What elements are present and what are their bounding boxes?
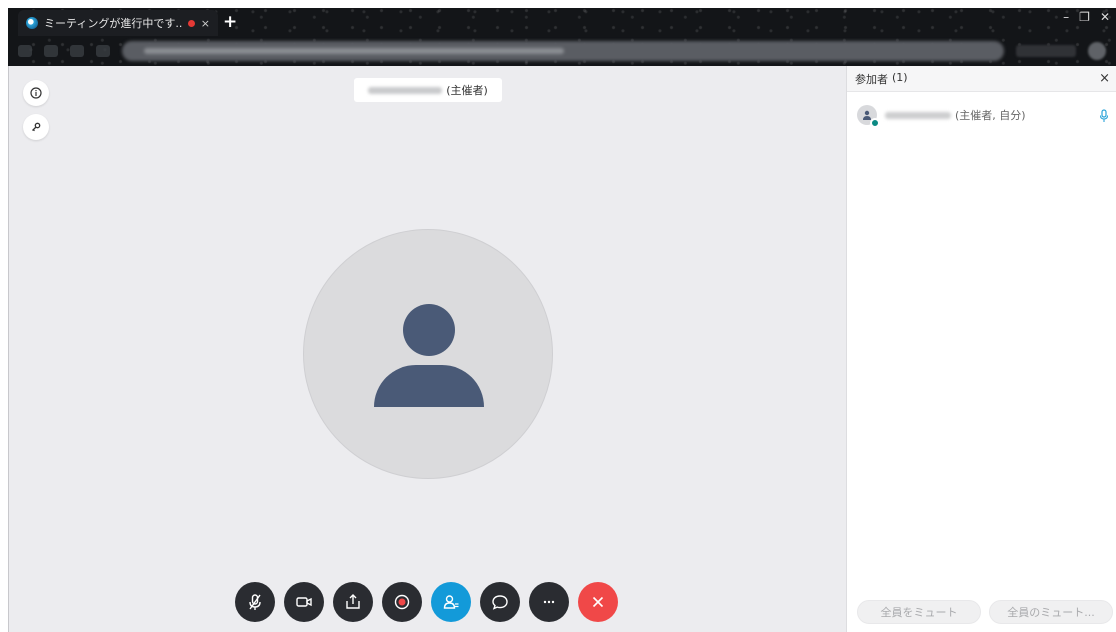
forward-button[interactable] <box>44 45 58 57</box>
participants-panel: 参加者 (1) × (主催者, 自分) 全員をミュート 全員のミュート... <box>846 66 1116 632</box>
tab-close-icon[interactable]: × <box>201 17 210 30</box>
record-icon <box>394 594 410 610</box>
back-button[interactable] <box>18 45 32 57</box>
participants-count: (1) <box>892 70 908 84</box>
participant-name: (主催者, 自分) <box>885 107 1026 123</box>
participant-mic-icon[interactable] <box>1099 108 1109 127</box>
meeting-stage: (主催者) <box>8 66 846 632</box>
home-button[interactable] <box>96 45 110 57</box>
reload-button[interactable] <box>70 45 84 57</box>
participant-role: (主催者, 自分) <box>955 109 1026 122</box>
mute-button[interactable] <box>235 582 275 622</box>
close-icon <box>592 596 604 608</box>
participant-avatar-small <box>857 105 880 128</box>
maximize-button[interactable]: ❐ <box>1079 10 1090 24</box>
chat-icon <box>492 595 508 610</box>
info-icon <box>30 87 42 99</box>
share-icon <box>346 594 360 609</box>
webex-favicon-icon <box>26 17 38 29</box>
profile-avatar[interactable] <box>1088 42 1106 60</box>
participant-avatar <box>303 229 553 479</box>
tab-title: ミーティングが進行中です... <box>44 17 182 30</box>
navigation-bar <box>8 38 1116 64</box>
presence-status-icon <box>870 118 880 128</box>
close-window-button[interactable]: ✕ <box>1100 10 1110 24</box>
active-speaker-label: (主催者) <box>354 78 502 102</box>
camera-icon <box>296 597 312 607</box>
app-window: ミーティングが進行中です... × + – ❐ ✕ (主催者) 参加者 (1) … <box>0 0 1116 632</box>
meeting-controls <box>235 582 618 622</box>
chat-button[interactable] <box>480 582 520 622</box>
participants-icon <box>443 595 459 609</box>
extension-area[interactable] <box>1016 45 1076 57</box>
participants-header: 参加者 (1) × <box>847 66 1116 92</box>
participants-button[interactable] <box>431 582 471 622</box>
unmute-all-button[interactable]: 全員のミュート... <box>989 600 1113 624</box>
participants-title-text: 参加者 <box>855 72 888 86</box>
mic-off-icon <box>249 594 261 610</box>
redacted-name <box>368 86 443 94</box>
avatar-body-shape <box>374 365 484 407</box>
more-button[interactable] <box>529 582 569 622</box>
recording-indicator-icon <box>187 19 195 27</box>
new-tab-button[interactable]: + <box>223 12 237 32</box>
browser-chrome: ミーティングが進行中です... × + – ❐ ✕ <box>8 8 1116 66</box>
minimize-button[interactable]: – <box>1063 10 1069 24</box>
video-button[interactable] <box>284 582 324 622</box>
avatar-head-shape <box>403 304 455 356</box>
security-key-button[interactable] <box>23 114 49 140</box>
record-button[interactable] <box>382 582 422 622</box>
window-controls: – ❐ ✕ <box>1063 10 1110 24</box>
redacted-participant-name <box>885 111 951 119</box>
close-panel-button[interactable]: × <box>1099 71 1110 86</box>
more-icon <box>543 600 555 604</box>
meeting-info-button[interactable] <box>23 80 49 106</box>
mute-all-button[interactable]: 全員をミュート <box>857 600 981 624</box>
browser-tab[interactable]: ミーティングが進行中です... × <box>18 10 218 36</box>
key-icon <box>32 122 41 132</box>
participant-row[interactable]: (主催者, 自分) <box>857 102 1113 128</box>
share-button[interactable] <box>333 582 373 622</box>
address-bar[interactable] <box>122 41 1004 61</box>
window-left-edge <box>0 66 8 632</box>
host-suffix: (主催者) <box>446 84 488 97</box>
leave-button[interactable] <box>578 582 618 622</box>
participants-title: 参加者 (1) <box>855 71 908 87</box>
participants-footer: 全員をミュート 全員のミュート... <box>857 600 1113 624</box>
